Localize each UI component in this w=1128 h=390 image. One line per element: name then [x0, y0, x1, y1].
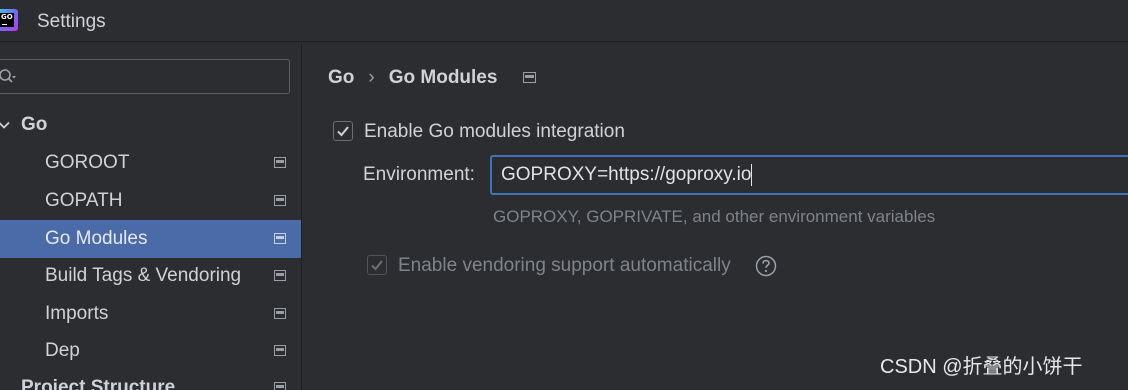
- settings-pin-icon: [274, 382, 286, 390]
- breadcrumb-separator: ›: [368, 67, 375, 88]
- chevron-down-icon[interactable]: [0, 119, 10, 131]
- csdn-watermark: CSDN @折叠的小饼干: [880, 356, 1083, 378]
- sidebar-item-label: Build Tags & Vendoring: [45, 265, 242, 286]
- sidebar-item-gopath[interactable]: GOPATH: [0, 182, 301, 220]
- check-icon: [371, 260, 383, 271]
- sidebar-item-label: Dep: [45, 340, 80, 361]
- sidebar-item-project-structure[interactable]: Project Structure: [0, 369, 301, 390]
- sidebar-item-label: GOROOT: [45, 152, 130, 173]
- help-icon[interactable]: [755, 255, 777, 277]
- environment-label: Environment:: [363, 164, 475, 185]
- sidebar-group-go[interactable]: Go: [0, 106, 301, 144]
- sidebar-item-label: GOPATH: [45, 190, 123, 211]
- enable-go-modules-checkbox[interactable]: [333, 121, 353, 141]
- settings-pin-icon: [274, 345, 286, 356]
- enable-vendoring-label: Enable vendoring support automatically: [398, 255, 731, 276]
- window-title: Settings: [37, 11, 106, 32]
- sidebar-item-goroot[interactable]: GOROOT: [0, 144, 301, 182]
- settings-content: Go › Go Modules Enable Go modules integrat…: [303, 43, 1128, 390]
- sidebar-item-label: Go Modules: [45, 228, 148, 249]
- search-icon[interactable]: [0, 68, 17, 86]
- sidebar-item-label: Imports: [45, 303, 109, 324]
- settings-pin-icon: [522, 72, 536, 84]
- sidebar-item-imports[interactable]: Imports: [0, 295, 301, 333]
- breadcrumb: Go › Go Modules: [328, 66, 536, 90]
- app-icon-text: GO: [1, 13, 13, 21]
- environment-value: GOPROXY=https://goproxy.io: [501, 164, 752, 185]
- settings-pin-icon: [274, 233, 286, 244]
- environment-input[interactable]: GOPROXY=https://goproxy.io: [490, 155, 1128, 195]
- settings-pin-icon: [274, 195, 286, 206]
- goland-app-icon: GO: [0, 9, 18, 31]
- check-icon: [337, 126, 349, 137]
- settings-window: GO Settings Go GOROOT GOPATH Go Modules …: [0, 0, 1128, 390]
- settings-pin-icon: [274, 308, 286, 319]
- sidebar-item-label: Project Structure: [21, 377, 176, 390]
- sidebar-group-label: Go: [21, 114, 48, 135]
- text-caret: [751, 163, 753, 186]
- title-bar: GO Settings: [0, 0, 1128, 42]
- sidebar-item-dep[interactable]: Dep: [0, 332, 301, 370]
- enable-vendoring-checkbox[interactable]: [367, 255, 387, 275]
- settings-pin-icon: [274, 270, 286, 281]
- breadcrumb-current: Go Modules: [388, 67, 498, 88]
- settings-pin-icon: [274, 157, 286, 168]
- settings-sidebar: Go GOROOT GOPATH Go Modules Build Tags &…: [0, 43, 302, 390]
- enable-go-modules-label: Enable Go modules integration: [364, 121, 625, 142]
- sidebar-item-go-modules[interactable]: Go Modules: [0, 220, 301, 258]
- settings-search-input[interactable]: [0, 59, 290, 94]
- breadcrumb-parent[interactable]: Go: [328, 67, 354, 88]
- environment-hint: GOPROXY, GOPRIVATE, and other environmen…: [493, 207, 936, 226]
- sidebar-item-build-tags-vendoring[interactable]: Build Tags & Vendoring: [0, 257, 301, 295]
